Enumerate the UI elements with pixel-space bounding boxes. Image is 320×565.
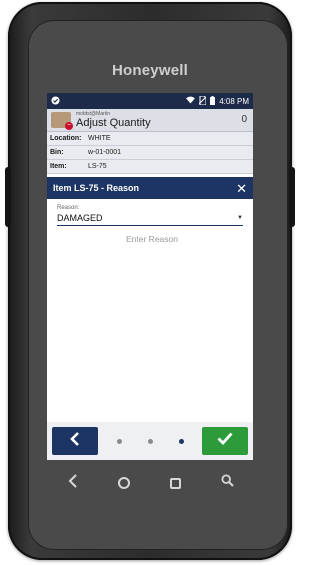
left-side-button[interactable] <box>5 167 11 227</box>
reason-input[interactable] <box>57 233 247 245</box>
quantity-count: 0 <box>241 114 247 125</box>
status-time: 4:08 PM <box>219 96 249 106</box>
chevron-left-icon <box>69 431 81 451</box>
chevron-down-icon: ▼ <box>237 215 243 221</box>
system-nav-bar <box>47 470 253 496</box>
recents-nav-button[interactable] <box>164 471 188 495</box>
page-dot <box>116 438 122 444</box>
info-key: Location: <box>50 135 82 142</box>
status-bar: 4:08 PM <box>47 93 253 109</box>
page-title: Adjust Quantity <box>76 116 151 129</box>
minus-badge-icon: − <box>65 122 73 130</box>
close-icon[interactable]: ✕ <box>236 182 247 195</box>
info-row-bin: Bin: w-01-0001 <box>47 146 253 160</box>
info-row-item: Item: LS-75 <box>47 160 253 174</box>
app-bar: − mobtst@Martin Adjust Quantity 0 <box>47 109 253 132</box>
page-dot <box>147 438 153 444</box>
info-key: Bin: <box>50 149 64 156</box>
home-nav-button[interactable] <box>112 471 136 495</box>
wifi-icon <box>186 96 196 106</box>
search-nav-button[interactable] <box>215 471 239 495</box>
page-dot-active <box>178 438 184 444</box>
no-sim-icon <box>198 95 207 107</box>
wizard-nav-bar <box>47 422 253 460</box>
device-screen: 4:08 PM − mobtst@Martin Adjust Quantity … <box>47 93 253 460</box>
info-value: WHITE <box>88 135 111 142</box>
page-indicator <box>116 438 184 444</box>
info-row-location: Location: WHITE <box>47 132 253 146</box>
battery-icon <box>210 95 216 107</box>
recents-icon <box>170 477 182 489</box>
back-button[interactable] <box>52 427 98 455</box>
brand-logo: Honeywell <box>112 62 188 79</box>
back-triangle-icon <box>68 473 78 493</box>
info-key: Item: <box>50 163 67 170</box>
dialog-body: Reason: DAMAGED ▼ <box>47 199 253 247</box>
info-value: w-01-0001 <box>88 149 122 156</box>
search-icon <box>221 474 234 492</box>
back-nav-button[interactable] <box>61 471 85 495</box>
confirm-button[interactable] <box>202 427 248 455</box>
reason-select[interactable]: DAMAGED ▼ <box>57 211 243 226</box>
dialog-header: Item LS-75 - Reason ✕ <box>47 177 253 199</box>
check-circle-icon <box>51 95 60 107</box>
app-user: mobtst@Martin <box>76 110 110 117</box>
checkmark-icon <box>217 432 233 450</box>
info-value: LS-75 <box>88 163 107 170</box>
info-panel: Location: WHITE Bin: w-01-0001 Item: LS-… <box>47 132 253 174</box>
app-icon: − <box>51 112 73 130</box>
reason-selected-value: DAMAGED <box>57 213 103 223</box>
dialog-title: Item LS-75 - Reason <box>53 183 140 193</box>
home-icon <box>118 477 131 489</box>
right-side-button[interactable] <box>289 167 295 227</box>
